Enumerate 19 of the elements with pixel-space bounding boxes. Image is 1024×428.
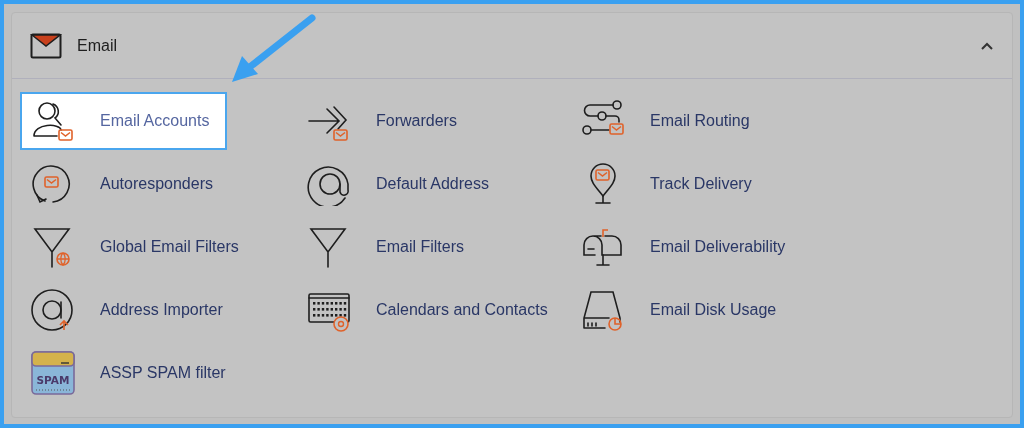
tool-link[interactable]: Email Disk Usage: [570, 281, 795, 339]
tool-link[interactable]: Address Importer: [20, 281, 241, 339]
tool-link[interactable]: Global Email Filters: [20, 218, 257, 276]
section-title: Email: [77, 36, 117, 55]
tool-link[interactable]: SPAM ASSP SPAM filter: [20, 344, 244, 402]
envelope-icon: [30, 32, 62, 59]
tool-link[interactable]: Autoresponders: [20, 155, 231, 213]
spam-folder-icon: SPAM: [31, 351, 75, 395]
tool-link[interactable]: Email Routing: [570, 92, 768, 150]
tool-link[interactable]: Track Delivery: [570, 155, 770, 213]
tool-link[interactable]: Default Address: [296, 155, 507, 213]
tool-link[interactable]: Email Deliverability: [570, 218, 804, 276]
tool-link[interactable]: Forwarders: [296, 92, 475, 150]
tool-link[interactable]: Calendars and Contacts: [296, 281, 566, 339]
tool-link[interactable]: Email Accounts: [20, 92, 228, 150]
drive-pie-icon: [581, 288, 625, 332]
tool-link[interactable]: Email Filters: [296, 218, 482, 276]
chevron-icon[interactable]: [980, 40, 994, 51]
person-envelope-icon: [31, 99, 75, 143]
